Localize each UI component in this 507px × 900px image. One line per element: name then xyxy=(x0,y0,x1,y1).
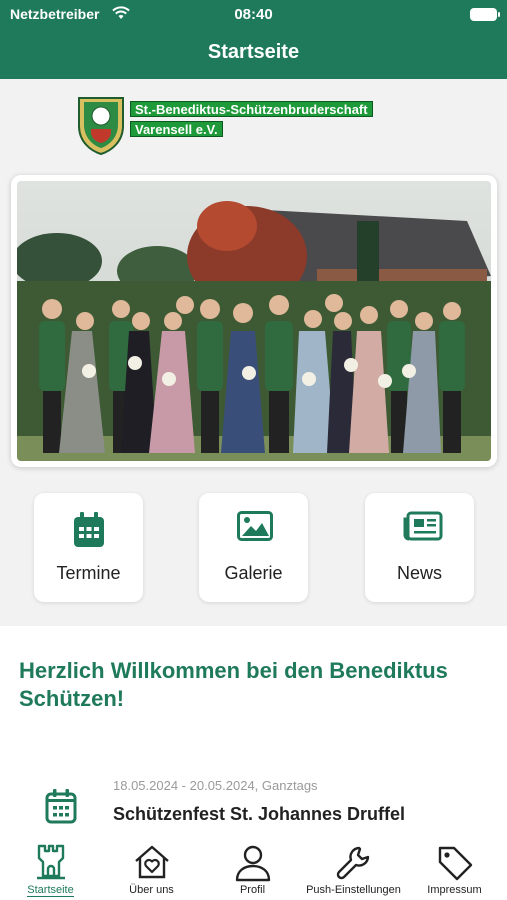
page-title: Startseite xyxy=(207,41,300,63)
logo-title: St.-Benediktus-Schützenbruderschaft xyxy=(130,101,373,117)
tile-label: News xyxy=(396,563,442,583)
battery-icon xyxy=(470,8,500,21)
image-icon xyxy=(237,511,273,546)
tab-label: Impressum xyxy=(427,884,482,896)
tab-bar: Startseite Über uns Profil Push-Einstell… xyxy=(0,840,507,900)
logo-subtitle: Varensell e.V. xyxy=(130,121,223,137)
event-date: 18.05.2024 - 20.05.2024, Ganztags xyxy=(113,778,318,793)
tile-news[interactable]: News xyxy=(365,493,474,602)
tile-galerie[interactable]: Galerie xyxy=(199,493,308,602)
wrench-icon xyxy=(335,844,373,887)
event-list-item[interactable]: 18.05.2024 - 20.05.2024, Ganztags Schütz… xyxy=(0,772,507,842)
newspaper-icon xyxy=(403,511,443,546)
tab-profil[interactable]: Profil xyxy=(202,840,303,900)
tab-label: Push-Einstellungen xyxy=(306,884,401,896)
tab-push-einstellungen[interactable]: Push-Einstellungen xyxy=(303,840,404,900)
castle-icon xyxy=(35,844,67,885)
tab-label: Startseite xyxy=(27,884,74,897)
crest-icon xyxy=(78,97,124,156)
tab-label: Profil xyxy=(239,884,266,896)
tile-label: Termine xyxy=(56,563,121,583)
clock: 08:40 xyxy=(234,6,273,23)
tile-termine[interactable]: Termine xyxy=(34,493,143,602)
tab-ueber-uns[interactable]: Über uns xyxy=(101,840,202,900)
house-heart-icon xyxy=(133,844,171,885)
status-bar: Netzbetreiber 08:40 xyxy=(0,0,507,30)
person-icon xyxy=(234,844,272,887)
calendar-icon xyxy=(72,511,106,554)
tab-startseite[interactable]: Startseite xyxy=(0,840,101,900)
welcome-heading: Herzlich Willkommen bei den Benediktus S… xyxy=(19,658,448,711)
event-title: Schützenfest St. Johannes Druffel xyxy=(113,804,406,824)
calendar-icon xyxy=(45,788,77,829)
tile-label: Galerie xyxy=(224,563,283,583)
group-photo xyxy=(17,181,491,461)
tab-impressum[interactable]: Impressum xyxy=(404,840,505,900)
navigation-bar: Startseite xyxy=(0,30,507,79)
tab-label: Über uns xyxy=(129,884,174,896)
group-photo-card[interactable] xyxy=(11,175,497,467)
tag-icon xyxy=(436,844,474,887)
